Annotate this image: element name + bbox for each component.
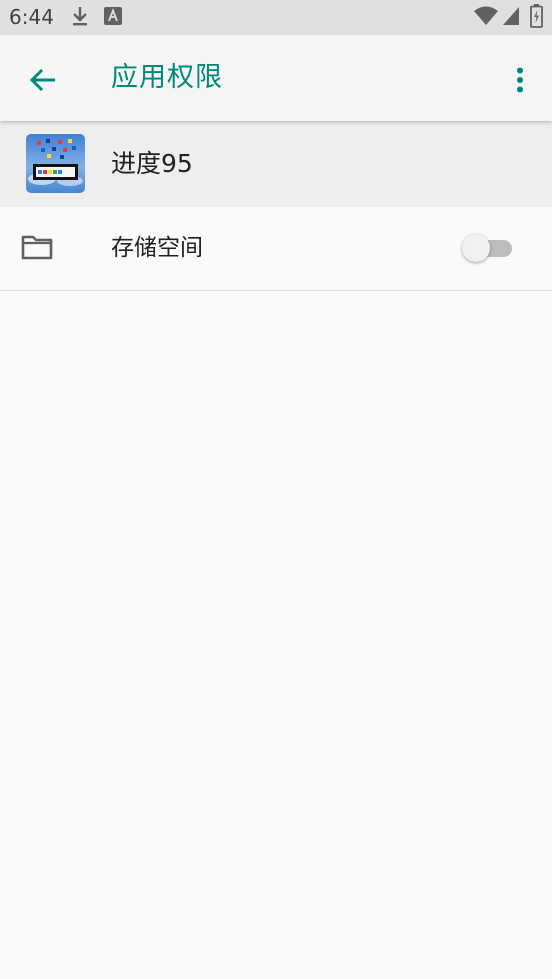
app-bar: 应用权限 [0,35,552,121]
page-title: 应用权限 [111,62,223,93]
battery-icon [530,4,543,32]
status-time: 6:44 [9,5,54,29]
permission-row-storage[interactable]: 存储空间 [0,207,552,291]
screen: 6:44 应用权限 进度95 存储空间 [0,0,552,979]
more-vertical-icon [517,67,523,93]
toggle-thumb [462,234,490,262]
arrow-left-icon [29,68,55,92]
signal-icon [502,6,520,30]
permission-label: 存储空间 [111,235,203,261]
overflow-menu-button[interactable] [500,57,540,103]
app-name: 进度95 [111,149,193,178]
wifi-icon [473,6,499,30]
back-button[interactable] [20,57,66,103]
app-header: 进度95 [0,121,552,207]
status-bar: 6:44 [0,0,552,35]
storage-permission-toggle[interactable] [462,233,514,263]
app-icon [26,134,85,193]
download-icon [70,5,90,31]
text-a-icon [104,7,122,29]
folder-icon [21,234,53,262]
